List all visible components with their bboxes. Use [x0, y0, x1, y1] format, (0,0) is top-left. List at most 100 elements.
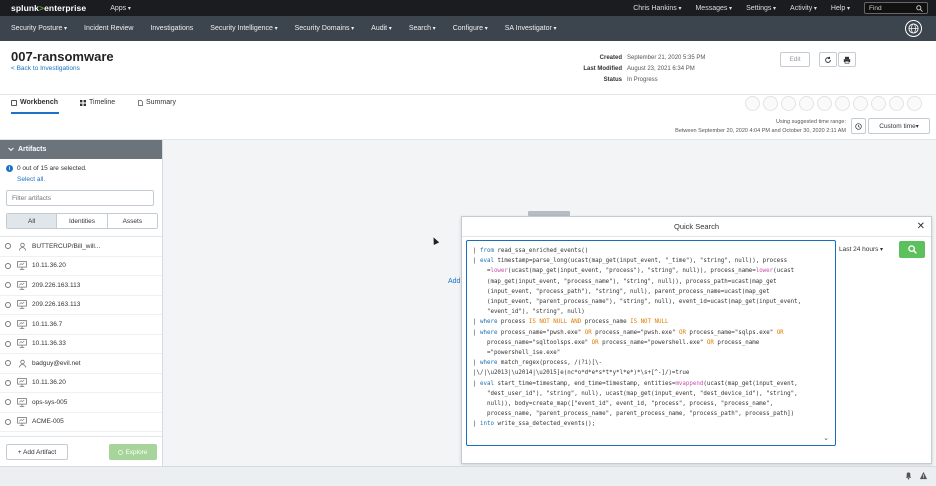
- filter-assets-button[interactable]: Assets: [107, 214, 157, 228]
- nav-security-domains[interactable]: Security Domains: [295, 25, 355, 32]
- tab-timeline[interactable]: Timeline: [80, 99, 115, 106]
- bell-icon[interactable]: [904, 471, 913, 480]
- artifact-row[interactable]: 10.11.36.33: [0, 335, 162, 354]
- clock-button[interactable]: [851, 118, 866, 134]
- toolbar-action-button[interactable]: [763, 96, 778, 111]
- artifact-radio[interactable]: [5, 282, 11, 289]
- toolbar-action-button[interactable]: [889, 96, 904, 111]
- artifact-label: ACME-005: [32, 418, 64, 426]
- select-all-link[interactable]: Select all.: [17, 176, 45, 183]
- toolbar-action-button[interactable]: [781, 96, 796, 111]
- query-token: (ucast: [773, 268, 795, 275]
- toolbar-action-button[interactable]: [907, 96, 922, 111]
- query-token: (input_event, "parent_process_name"), "s…: [473, 299, 802, 306]
- toolbar-action-button[interactable]: [871, 96, 886, 111]
- artifact-radio[interactable]: [5, 418, 11, 425]
- filter-artifacts-input[interactable]: [6, 190, 154, 206]
- global-topbar: splunk>enterprise Apps Chris Hankins Mes…: [0, 0, 936, 16]
- filter-all-button[interactable]: All: [7, 214, 58, 228]
- user-menu[interactable]: Chris Hankins: [633, 5, 681, 12]
- nav-sa-investigator[interactable]: SA Investigator: [505, 25, 557, 32]
- refresh-button[interactable]: [819, 52, 837, 67]
- artifact-row[interactable]: 10.11.36.20: [0, 257, 162, 276]
- activity-menu[interactable]: Activity: [790, 5, 817, 12]
- query-token: eval: [479, 258, 494, 265]
- query-token: "dest_user_id"), "string", null), ucast(…: [473, 390, 798, 397]
- toolbar-action-button[interactable]: [835, 96, 850, 111]
- search-time-range-picker[interactable]: Last 24 hours: [839, 246, 883, 253]
- artifact-row[interactable]: ACME-005: [0, 413, 162, 432]
- artifact-row[interactable]: 10.11.36.7: [0, 315, 162, 335]
- query-token: |: [473, 248, 480, 254]
- toolbar-action-button[interactable]: [817, 96, 832, 111]
- artifact-row[interactable]: ops-sys-005: [0, 393, 162, 413]
- nav-investigations[interactable]: Investigations: [150, 25, 193, 32]
- status-value: In Progress: [627, 77, 658, 83]
- artifact-row[interactable]: BUTTERCUP/Bill_will...: [0, 237, 162, 257]
- artifact-radio[interactable]: [5, 399, 11, 406]
- query-token: null)), body=create_map(["event_id", eve…: [473, 401, 774, 408]
- help-menu[interactable]: Help: [831, 5, 850, 12]
- alert-icon[interactable]: [919, 471, 928, 480]
- query-token: process_name="sqltoolsps.exe": [473, 339, 592, 346]
- close-icon[interactable]: ✕: [917, 221, 925, 232]
- nav-security-posture[interactable]: Security Posture: [11, 25, 67, 32]
- edit-button[interactable]: Edit: [780, 52, 810, 67]
- artifact-radio[interactable]: [5, 321, 11, 328]
- add-hint-link[interactable]: Add: [448, 278, 460, 285]
- add-artifact-button[interactable]: + Add Artifact: [6, 444, 68, 460]
- artifact-radio[interactable]: [5, 243, 11, 250]
- monitor-icon: [17, 261, 27, 271]
- toolbar-action-button[interactable]: [853, 96, 868, 111]
- find-input[interactable]: Find: [864, 2, 928, 14]
- modified-value: August 23, 2021 6:34 PM: [627, 66, 695, 72]
- artifacts-header[interactable]: Artifacts: [0, 140, 162, 159]
- status-label: Status: [603, 77, 622, 83]
- apps-menu[interactable]: Apps: [110, 5, 131, 12]
- toolbar-action-button[interactable]: [745, 96, 760, 111]
- artifact-radio[interactable]: [5, 301, 11, 308]
- query-token: process_name="sqlps.exe": [685, 329, 777, 336]
- artifact-row[interactable]: 10.11.36.20: [0, 374, 162, 393]
- tab-workbench[interactable]: Workbench: [11, 99, 58, 106]
- query-token: OR: [678, 329, 686, 336]
- nav-incident-review[interactable]: Incident Review: [84, 25, 133, 32]
- nav-configure[interactable]: Configure: [453, 25, 488, 32]
- time-hint-range: Between September 20, 2020 4:04 PM and O…: [675, 128, 846, 134]
- query-token: (ucast(map_get(input_event,: [703, 380, 798, 387]
- query-token: |\/|\u2013|\u2014|\u2015]e(nc*o*d*e*s*t*…: [473, 370, 690, 377]
- chevron-down-icon[interactable]: ⌄: [823, 434, 829, 442]
- monitor-icon: [17, 397, 27, 407]
- query-token: lower: [490, 268, 508, 275]
- messages-menu[interactable]: Messages: [695, 5, 732, 12]
- settings-menu[interactable]: Settings: [746, 5, 776, 12]
- artifact-radio[interactable]: [5, 360, 11, 367]
- custom-time-dropdown[interactable]: Custom time: [868, 118, 930, 134]
- logo-product: enterprise: [44, 3, 87, 13]
- artifact-radio[interactable]: [5, 262, 11, 269]
- nav-audit[interactable]: Audit: [371, 25, 392, 32]
- splunk-logo[interactable]: splunk>enterprise: [11, 3, 86, 13]
- artifact-radio[interactable]: [5, 340, 11, 347]
- search-query-editor[interactable]: | from read_ssa_enriched_events() | eval …: [466, 240, 836, 446]
- query-token: OR: [706, 339, 714, 346]
- run-search-button[interactable]: [899, 241, 925, 258]
- artifact-row[interactable]: badguy@evil.net: [0, 354, 162, 374]
- artifact-radio[interactable]: [5, 379, 11, 386]
- back-to-investigations-link[interactable]: < Back to Investigations: [11, 65, 80, 72]
- query-token: (input_event, "process_path"), "string",…: [473, 288, 770, 295]
- explore-button[interactable]: Explore: [109, 444, 157, 460]
- nav-security-intelligence[interactable]: Security Intelligence: [210, 25, 277, 32]
- query-token: |: [473, 258, 480, 265]
- artifact-row[interactable]: 209.226.163.113: [0, 296, 162, 315]
- artifact-label: 209.226.163.113: [32, 281, 81, 289]
- tab-summary[interactable]: Summary: [138, 99, 176, 106]
- artifact-row[interactable]: 209.226.163.113: [0, 276, 162, 296]
- time-hint-label: Using suggested time range:: [775, 119, 846, 125]
- query-token: |: [473, 380, 480, 387]
- print-button[interactable]: [838, 52, 856, 67]
- toolbar-action-button[interactable]: [799, 96, 814, 111]
- filter-identities-button[interactable]: Identities: [57, 214, 108, 228]
- nav-search[interactable]: Search: [409, 25, 436, 32]
- query-token: ="powershell_ise.exe": [473, 350, 561, 357]
